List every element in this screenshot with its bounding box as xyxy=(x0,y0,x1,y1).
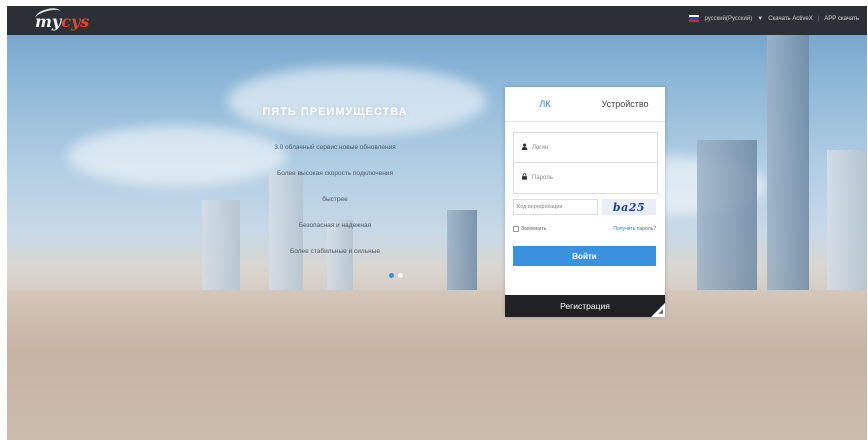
login-placeholder: Логин xyxy=(532,144,549,151)
background-building xyxy=(767,30,809,290)
top-right-controls: русский(Русский) ▼ Скачать ActiveX | APP… xyxy=(689,15,859,22)
captcha-input[interactable]: Код верификации xyxy=(513,199,598,215)
register-button[interactable]: Регистрация xyxy=(505,295,665,317)
separator: | xyxy=(817,15,820,22)
page-frame: mycys русский(Русский) ▼ Скачать ActiveX… xyxy=(0,0,868,440)
app-download-link[interactable]: APP скачать xyxy=(824,16,859,22)
features-panel: ПЯТЬ ПРЕИМУЩЕСТВА 3.0 облачный сервис но… xyxy=(245,106,425,274)
credentials-box: Логин Пароль xyxy=(513,132,658,194)
chevron-down-icon[interactable]: ▼ xyxy=(757,16,763,22)
tab-device[interactable]: Устройство xyxy=(585,87,665,121)
background-building xyxy=(202,200,240,290)
login-tabs: ЛК Устройство xyxy=(505,87,665,122)
remember-me[interactable]: Запомнить xyxy=(513,226,546,232)
feature-item: Безопасная и надежная xyxy=(298,222,372,229)
qr-corner-icon[interactable]: ◢ xyxy=(658,308,663,315)
app-viewport: mycys русский(Русский) ▼ Скачать ActiveX… xyxy=(7,6,867,440)
carousel-dot-1[interactable] xyxy=(389,273,394,278)
background-ground xyxy=(7,290,867,440)
user-icon xyxy=(521,143,528,152)
feature-item: Более высокая скорость подключения xyxy=(277,170,393,177)
login-button[interactable]: Войти xyxy=(513,246,656,266)
background-building xyxy=(697,140,757,290)
password-placeholder: Пароль xyxy=(532,174,553,181)
feature-item: Более стабильные и сильные xyxy=(290,248,380,255)
background-building xyxy=(827,150,867,290)
feature-item: 3.0 облачный сервис новые обновления xyxy=(274,144,396,151)
captcha-image[interactable]: ba25 xyxy=(602,199,656,215)
background-building xyxy=(447,210,477,290)
activex-download-link[interactable]: Скачать ActiveX xyxy=(768,16,813,22)
remember-checkbox[interactable] xyxy=(513,226,519,232)
russian-flag-icon xyxy=(689,15,700,22)
login-field[interactable]: Логин xyxy=(514,133,657,162)
lock-icon xyxy=(521,173,528,182)
password-field[interactable]: Пароль xyxy=(514,162,657,192)
features-title: ПЯТЬ ПРЕИМУЩЕСТВА xyxy=(262,106,408,118)
tab-account[interactable]: ЛК xyxy=(505,87,585,121)
carousel-dot-2[interactable] xyxy=(398,273,403,278)
captcha-row: Код верификации ba25 xyxy=(513,199,656,216)
top-bar: mycys русский(Русский) ▼ Скачать ActiveX… xyxy=(7,6,867,35)
login-options: Запомнить Получить пароль? xyxy=(513,226,656,232)
remember-label: Запомнить xyxy=(521,226,547,232)
forgot-password-link[interactable]: Получить пароль? xyxy=(613,226,656,232)
language-select[interactable]: русский(Русский) xyxy=(704,16,752,22)
feature-item: быстрее xyxy=(322,196,348,203)
login-panel: ЛК Устройство Логин Пароль Код верификац… xyxy=(505,87,665,317)
carousel-dots xyxy=(389,273,403,278)
logo[interactable]: mycys xyxy=(33,6,89,31)
